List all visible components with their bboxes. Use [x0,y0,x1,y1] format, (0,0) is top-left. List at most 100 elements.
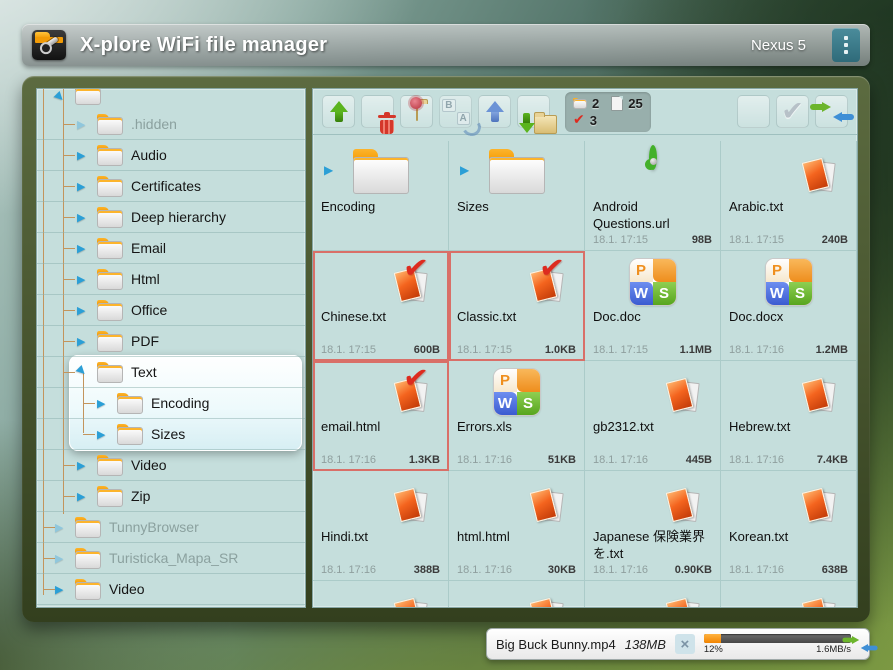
file-name: gb2312.txt [593,419,715,436]
file-size: 1.3KB [409,454,440,466]
expand-arrow-icon[interactable]: ▶ [97,397,111,410]
file-cell-doc-docx[interactable]: PWSDoc.docx18.1. 17:161.2MB [721,251,857,361]
progress-fill [704,634,722,643]
expand-arrow-icon[interactable]: ▶ [55,552,69,565]
tree-item-pdf[interactable]: ▶PDF [37,326,305,357]
file-cell-korean-txt[interactable]: Korean.txt18.1. 17:16638B [721,471,857,581]
expand-arrow-icon[interactable]: ▶ [55,583,69,596]
expand-arrow-icon[interactable]: ▶ [74,362,93,381]
file-cell-arabic-txt[interactable]: Arabic.txt18.1. 17:15240B [721,141,857,251]
enter-folder-arrow-icon[interactable]: ▶ [324,163,333,177]
file-size: 445B [686,454,712,466]
file-cell-html-html[interactable]: html.html18.1. 17:1630KB [449,471,585,581]
green-up-arrow-icon [330,101,348,122]
file-meta: 18.1. 17:16 445B [593,454,712,466]
tree-item-video[interactable]: ▶Video [37,574,305,605]
file-cell-encoding[interactable]: ▶Encoding [313,141,449,251]
tree-item-sizes[interactable]: ▶Sizes [37,419,305,450]
file-cell-doc-doc[interactable]: PWSDoc.doc18.1. 17:151.1MB [585,251,721,361]
red-check-icon: ✔ [573,113,585,127]
mark-button[interactable] [737,95,770,128]
download-button[interactable] [517,95,550,128]
file-date: 18.1. 17:16 [593,454,648,466]
toolbar-right-group: ✔ [734,95,851,128]
file-cell-gb2312-txt[interactable]: gb2312.txt 18.1. 17:16 445B [585,361,721,471]
file-cell-hindi-txt[interactable]: Hindi.txt18.1. 17:16388B [313,471,449,581]
tree-item-encoding[interactable]: ▶ Encoding [37,388,305,419]
expand-arrow-icon[interactable]: ▶ [97,428,111,441]
tree-item-label: Office [131,302,167,318]
folder-tree-panel: ▶ ▶ .hidden ▶Audio▶Certificates▶Deep hierar… [36,88,306,608]
file-cell[interactable] [449,581,585,607]
folder-icon [117,393,143,414]
tree-item-zip[interactable]: ▶ Zip [37,481,305,512]
tree-item-label: .hidden [131,116,177,132]
file-cell[interactable] [721,581,857,607]
expand-arrow-icon[interactable]: ▶ [77,490,91,503]
expand-arrow-icon[interactable]: ▶ [55,521,69,534]
tree-item-html[interactable]: ▶Html [37,264,305,295]
tree-item-office[interactable]: ▶ Office [37,295,305,326]
delete-button[interactable] [361,95,394,128]
file-cell-android-questions-url[interactable]: Android Questions.url18.1. 17:1598B [585,141,721,251]
expand-arrow-icon[interactable]: ▶ [77,273,91,286]
file-name: Doc.docx [729,309,851,326]
select-button[interactable]: ✔ [776,95,809,128]
expand-arrow-icon[interactable]: ▶ [52,89,71,108]
file-panel: AB 2 25 ✔ 3 ✔ ▶Encoding▶SizesAndroid Que… [312,88,858,608]
tree-item[interactable]: ▶ [37,89,305,109]
expand-arrow-icon[interactable]: ▶ [77,180,91,193]
file-cell-sizes[interactable]: ▶Sizes [449,141,585,251]
folder-icon [97,238,123,259]
rename-button[interactable]: AB [439,95,472,128]
tree-item-label: Encoding [151,395,209,411]
toolbar-left-group: AB [319,95,553,128]
file-cell-email-html[interactable]: email.html18.1. 17:161.3KB✔ [313,361,449,471]
tree-item-deep-hierarchy[interactable]: ▶Deep hierarchy [37,202,305,233]
file-cell-japanese-txt[interactable]: Japanese 保険業界を.txt18.1. 17:160.90KB [585,471,721,581]
file-size: 600B [414,344,440,356]
expand-arrow-icon[interactable]: ▶ [77,335,91,348]
file-cell-classic-txt[interactable]: Classic.txt18.1. 17:151.0KB✔ [449,251,585,361]
tree-item-tunnybrowser[interactable]: ▶TunnyBrowser [37,512,305,543]
transfer-speed: 1.6MB/s [816,644,851,655]
folder-file-icon [353,149,409,199]
expand-arrow-icon[interactable]: ▶ [77,304,91,317]
expand-arrow-icon[interactable]: ▶ [77,459,91,472]
tree-item-label: Zip [131,488,150,504]
expand-arrow-icon[interactable]: ▶ [77,149,91,162]
file-cell[interactable] [313,581,449,607]
transfer-close-button[interactable]: × [675,634,695,654]
expand-arrow-icon[interactable]: ▶ [77,118,91,131]
tree-item-audio[interactable]: ▶Audio [37,140,305,171]
checked-counter: ✔ 3 [573,113,599,128]
tree-item-text[interactable]: ▶Text [37,357,305,388]
refresh-button[interactable] [815,95,848,128]
tree-item-turisticka-mapa-sr[interactable]: ▶ Turisticka_Mapa_SR [37,543,305,574]
folder-icon [75,579,101,600]
file-cell-chinese-txt[interactable]: Chinese.txt18.1. 17:15600B✔ [313,251,449,361]
file-cell[interactable] [585,581,721,607]
expand-arrow-icon[interactable]: ▶ [77,242,91,255]
file-count: 25 [628,96,642,111]
file-grid: ▶Encoding▶SizesAndroid Questions.url18.1… [313,141,857,607]
selection-counters: 2 25 ✔ 3 [565,92,651,132]
tree-item-video[interactable]: ▶Video [37,450,305,481]
checked-mark-icon: ✔ [401,360,430,397]
file-date: 18.1. 17:16 [457,454,512,466]
tree-item-certificates[interactable]: ▶Certificates [37,171,305,202]
expand-arrow-icon[interactable]: ▶ [77,211,91,224]
new-folder-button[interactable] [400,95,433,128]
upload-button[interactable] [478,95,511,128]
menu-button[interactable] [832,28,860,62]
tree-item-label: Turisticka_Mapa_SR [109,550,238,566]
parent-directory-button[interactable] [322,95,355,128]
file-size: 51KB [548,454,576,466]
folder-icon [97,300,123,321]
transfer-filename: Big Buck Bunny.mp4 [496,637,616,652]
tree-item-email[interactable]: ▶Email [37,233,305,264]
tree-item-hidden[interactable]: ▶ .hidden [37,109,305,140]
enter-folder-arrow-icon[interactable]: ▶ [460,163,469,177]
file-cell-errors-xls[interactable]: PWSErrors.xls18.1. 17:1651KB [449,361,585,471]
file-cell-hebrew-txt[interactable]: Hebrew.txt18.1. 17:167.4KB [721,361,857,471]
